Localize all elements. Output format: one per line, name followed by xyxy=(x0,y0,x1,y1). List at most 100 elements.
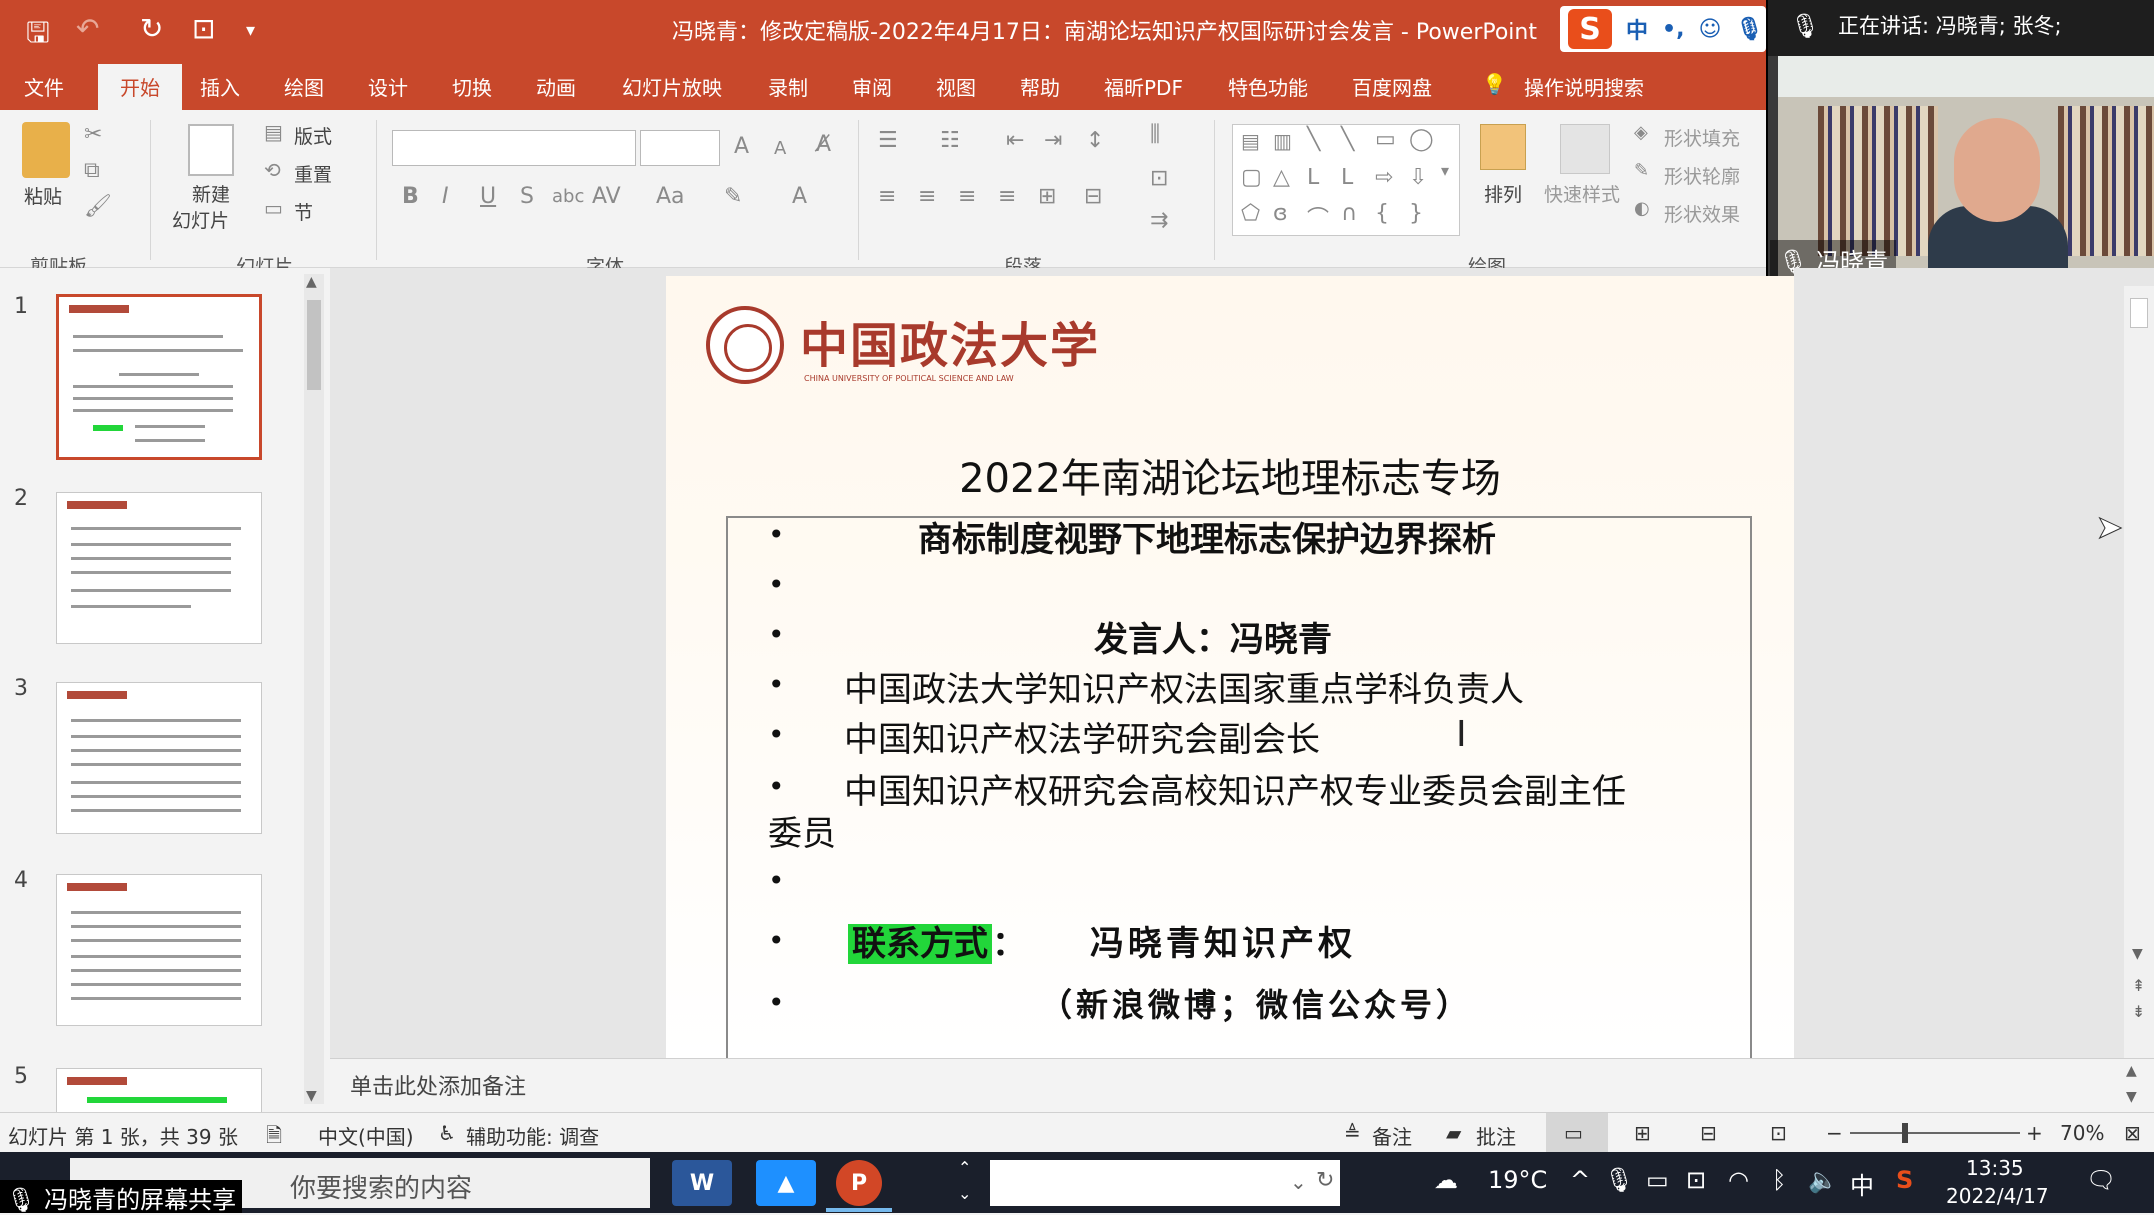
speaker-role-3-wrap[interactable]: 委员 xyxy=(768,806,836,855)
slide-thumbnail[interactable] xyxy=(56,492,262,644)
freeform-shape-icon[interactable]: ⬠ xyxy=(1241,201,1260,226)
paste-button[interactable]: 粘贴 xyxy=(24,182,62,209)
arrange-button[interactable]: 排列 xyxy=(1484,180,1522,207)
bullets-icon[interactable]: ☰ xyxy=(878,128,898,153)
tab-home[interactable]: 开始 xyxy=(98,64,182,110)
section-button[interactable]: 节 xyxy=(294,198,313,225)
new-slide-icon[interactable] xyxy=(188,124,234,176)
refresh-icon[interactable]: ↻ xyxy=(1316,1168,1334,1193)
strikethrough-icon[interactable]: abc xyxy=(552,186,584,207)
address-input[interactable]: ⌄ ↻ xyxy=(990,1160,1340,1206)
bold-icon[interactable]: B xyxy=(402,184,419,209)
speaker-line[interactable]: 发言人：冯晓青 xyxy=(1094,612,1332,661)
font-name-combo[interactable] xyxy=(392,130,636,166)
shapes-gallery[interactable]: ▤ ▥ ╲ ╲ ▭ ◯ ▢ △ ᒪ ᒪ ⇨ ⇩ ⬠ ɞ ⌒ ∩ { } ▾ xyxy=(1232,124,1460,236)
slide-title[interactable]: 2022年南湖论坛地理标志专场 xyxy=(666,446,1794,504)
left-brace-shape-icon[interactable]: { xyxy=(1375,201,1389,226)
meeting-app-icon[interactable]: ▲ xyxy=(756,1160,816,1206)
smartart-icon[interactable]: ⊟ xyxy=(1084,184,1102,209)
curve-shape-icon[interactable]: ∩ xyxy=(1341,201,1357,226)
accessibility-icon[interactable]: ♿ xyxy=(438,1121,456,1145)
scroll-down-icon[interactable]: ▼ xyxy=(306,1088,317,1104)
battery-icon[interactable]: ▭ xyxy=(1646,1166,1669,1194)
paste-icon[interactable] xyxy=(22,122,70,178)
zoom-in-icon[interactable]: + xyxy=(2026,1121,2043,1145)
rectangle-shape-icon[interactable]: ▭ xyxy=(1375,127,1396,152)
tab-help[interactable]: 帮助 xyxy=(1020,72,1060,101)
elbow-shape-icon[interactable]: ᒪ xyxy=(1341,165,1353,190)
scroll-thumb[interactable] xyxy=(2130,298,2148,328)
word-app-icon[interactable]: W xyxy=(672,1160,732,1206)
new-slide-label-1[interactable]: 新建 xyxy=(192,180,230,207)
monitor-icon[interactable]: ⊡ xyxy=(1686,1166,1706,1194)
scroll-down-icon[interactable]: ▼ xyxy=(2132,946,2143,962)
notes-icon[interactable]: ≜ xyxy=(1344,1121,1361,1145)
text-direction-icon[interactable]: ⫼ xyxy=(1150,122,1160,147)
notes-pane[interactable]: 单击此处添加备注 ▲ ▼ xyxy=(330,1058,2154,1112)
weather-temp[interactable]: 19°C xyxy=(1488,1166,1547,1194)
reset-button[interactable]: 重置 xyxy=(294,160,332,187)
scroll-thumb[interactable] xyxy=(307,300,321,390)
content-textbox[interactable]: • 商标制度视野下地理标志保护边界探析 • • 发言人：冯晓青 • 中国政法大学… xyxy=(726,516,1752,1076)
notification-icon[interactable]: 🗨 xyxy=(2086,1166,2116,1194)
spell-check-icon[interactable]: 🗎 xyxy=(266,1121,282,1155)
italic-icon[interactable]: I xyxy=(442,184,449,209)
zoom-slider[interactable] xyxy=(1850,1132,2020,1134)
bluetooth-icon[interactable]: ᛒ xyxy=(1772,1166,1786,1194)
shape-effects-icon[interactable]: ◐ xyxy=(1634,198,1650,219)
triangle-shape-icon[interactable]: △ xyxy=(1273,165,1290,190)
contact-value[interactable]: 冯晓青知识产权 xyxy=(1090,916,1356,965)
notes-button[interactable]: 备注 xyxy=(1372,1121,1412,1150)
contact-label[interactable]: 联系方式 xyxy=(848,924,992,964)
chevron-up-icon[interactable]: ⌃ xyxy=(958,1158,971,1177)
video-panel[interactable]: 🎙 正在讲话: 冯晓青; 张冬; 🎙 冯晓青 xyxy=(1766,0,2154,286)
font-size-combo[interactable] xyxy=(640,130,720,166)
layout-button[interactable]: 版式 xyxy=(294,122,332,149)
previous-slide-icon[interactable]: ⇞ xyxy=(2132,976,2145,995)
char-spacing-icon[interactable]: AV xyxy=(592,184,621,209)
fit-slide-icon[interactable]: ⊠ xyxy=(2124,1121,2141,1145)
reset-icon[interactable]: ⟲ xyxy=(264,158,281,182)
underline-icon[interactable]: U xyxy=(480,184,496,209)
line-shape-icon[interactable]: ╲ xyxy=(1307,127,1320,152)
volume-icon[interactable]: 🔈 xyxy=(1808,1166,1838,1194)
tab-special[interactable]: 特色功能 xyxy=(1228,72,1308,101)
normal-view-icon[interactable]: ▭ xyxy=(1564,1121,1583,1145)
right-arrow-shape-icon[interactable]: ⇨ xyxy=(1375,165,1393,190)
rounded-rect-shape-icon[interactable]: ▢ xyxy=(1241,165,1262,190)
align-text-icon[interactable]: ⊡ xyxy=(1150,166,1168,191)
slide-thumbnail[interactable] xyxy=(56,682,262,834)
emoji-icon[interactable]: ☺ xyxy=(1698,17,1721,42)
talk-title[interactable]: 商标制度视野下地理标志保护边界探析 xyxy=(918,512,1496,561)
arrow-line-shape-icon[interactable]: ╲ xyxy=(1341,127,1354,152)
zoom-out-icon[interactable]: − xyxy=(1826,1121,1843,1145)
lightbulb-icon[interactable]: 💡 xyxy=(1482,72,1507,96)
powerpoint-app-icon[interactable]: P xyxy=(836,1160,882,1206)
customize-qat-icon[interactable]: ▾ xyxy=(246,20,255,41)
ime-toolbar[interactable]: S 中 •, ☺ 🎙 xyxy=(1560,6,1766,52)
slide[interactable]: 中国政法大学 CHINA UNIVERSITY OF POLITICAL SCI… xyxy=(666,276,1794,1076)
taskbar-ime[interactable]: 中 xyxy=(1850,1166,1874,1201)
comments-button[interactable]: 批注 xyxy=(1476,1121,1516,1150)
tab-view[interactable]: 视图 xyxy=(936,72,976,101)
change-case-icon[interactable]: Aa xyxy=(656,184,685,209)
tab-slideshow[interactable]: 幻灯片放映 xyxy=(622,72,722,101)
shape-outline-icon[interactable]: ✎ xyxy=(1634,160,1649,181)
tab-animations[interactable]: 动画 xyxy=(536,72,576,101)
tab-insert[interactable]: 插入 xyxy=(200,72,240,101)
oval-shape-icon[interactable]: ◯ xyxy=(1409,127,1434,152)
shape-outline-button[interactable]: 形状轮廓 xyxy=(1664,162,1740,189)
accessibility-status[interactable]: 辅助功能: 调查 xyxy=(466,1121,599,1150)
copy-icon[interactable]: ⧉ xyxy=(84,158,100,183)
line-spacing-icon[interactable]: ↕ xyxy=(1086,128,1104,153)
mic-icon[interactable]: 🎙 xyxy=(1735,17,1763,42)
contact-note[interactable]: （新浪微博；微信公众号） xyxy=(1040,980,1472,1026)
wifi-icon[interactable]: ◠ xyxy=(1728,1166,1749,1194)
section-icon[interactable]: ▭ xyxy=(264,196,283,220)
down-arrow-shape-icon[interactable]: ⇩ xyxy=(1409,165,1427,190)
slide-scrollbar[interactable]: ▼ ⇞ ⇟ xyxy=(2124,286,2154,1066)
tab-design[interactable]: 设计 xyxy=(368,72,408,101)
zoom-slider-thumb[interactable] xyxy=(1902,1123,1908,1143)
tab-file[interactable]: 文件 xyxy=(24,72,64,101)
tray-chevron-icon[interactable]: ^ xyxy=(1570,1166,1590,1194)
